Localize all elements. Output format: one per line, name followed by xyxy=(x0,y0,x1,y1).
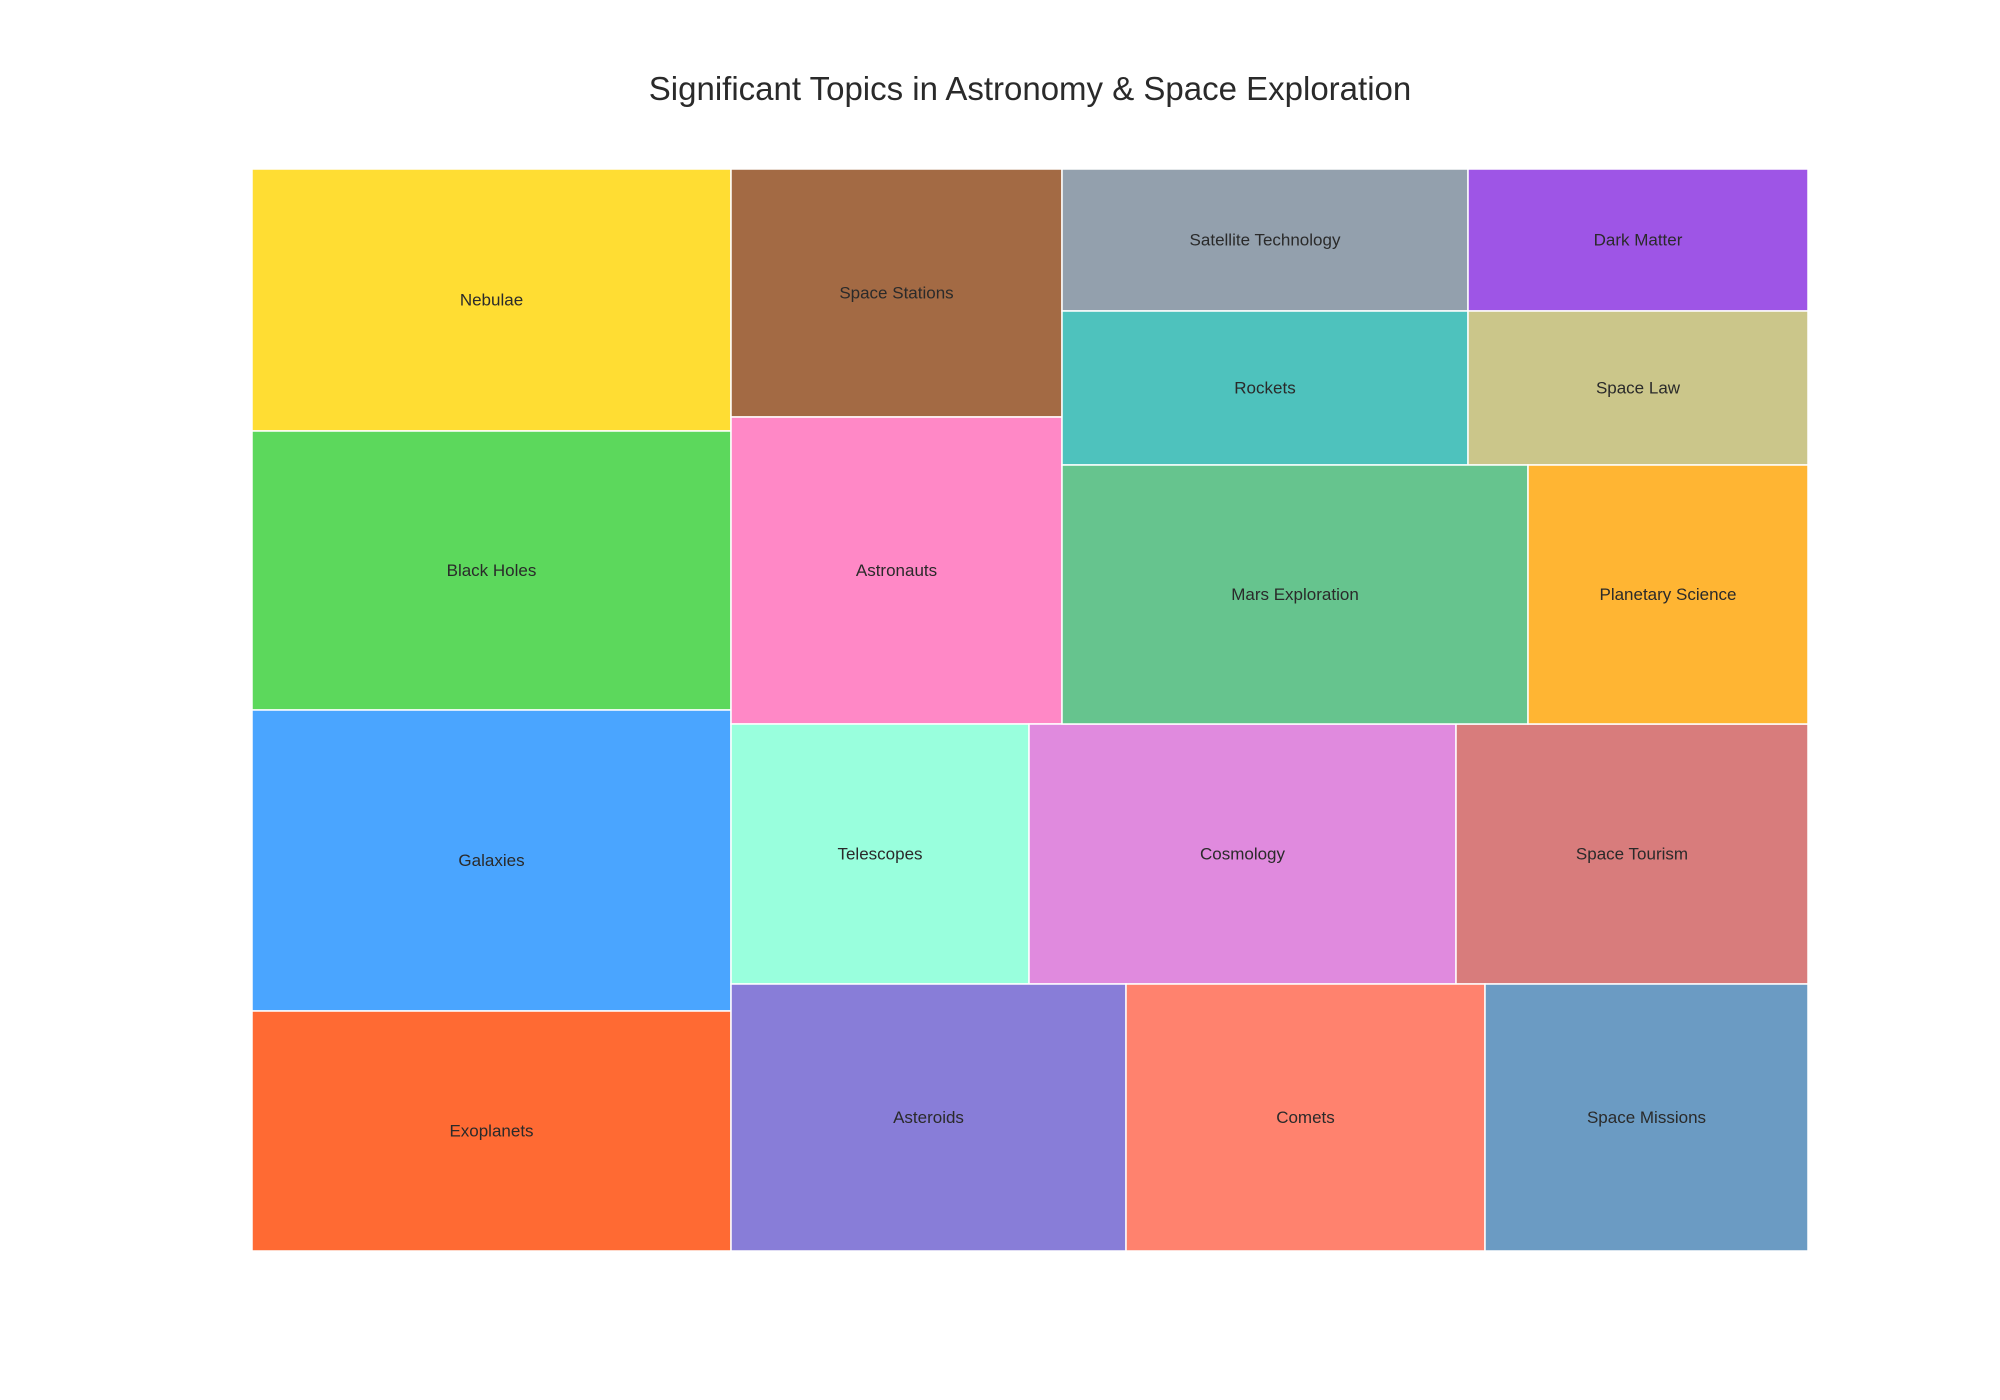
tile-label-black-holes: Black Holes xyxy=(447,561,537,580)
tile-label-nebulae: Nebulae xyxy=(460,291,523,310)
tile-label-space-tourism: Space Tourism xyxy=(1576,845,1688,864)
tile-space-missions[interactable]: Space Missions xyxy=(1484,983,1809,1252)
tile-label-comets: Comets xyxy=(1276,1108,1335,1127)
tile-label-space-law: Space Law xyxy=(1596,379,1681,398)
tile-exoplanets[interactable]: Exoplanets xyxy=(251,1010,732,1252)
tile-label-space-stations: Space Stations xyxy=(839,284,953,303)
tile-label-asteroids: Asteroids xyxy=(893,1108,964,1127)
tile-label-telescopes: Telescopes xyxy=(837,845,922,864)
tile-label-exoplanets: Exoplanets xyxy=(449,1122,533,1141)
tile-telescopes[interactable]: Telescopes xyxy=(730,723,1030,985)
tile-label-astronauts: Astronauts xyxy=(856,561,937,580)
tile-label-space-missions: Space Missions xyxy=(1587,1108,1706,1127)
tile-mars-exploration[interactable]: Mars Exploration xyxy=(1061,464,1529,725)
tile-astronauts[interactable]: Astronauts xyxy=(730,416,1063,725)
tile-galaxies[interactable]: Galaxies xyxy=(251,709,732,1012)
tile-black-holes[interactable]: Black Holes xyxy=(251,430,732,711)
tile-label-cosmology: Cosmology xyxy=(1200,845,1286,864)
tile-label-galaxies: Galaxies xyxy=(458,851,524,870)
tile-asteroids[interactable]: Asteroids xyxy=(730,983,1127,1252)
tile-space-tourism[interactable]: Space Tourism xyxy=(1455,723,1809,985)
tile-space-stations[interactable]: Space Stations xyxy=(730,168,1063,418)
tile-space-law[interactable]: Space Law xyxy=(1467,310,1809,466)
tile-label-mars-exploration: Mars Exploration xyxy=(1231,585,1359,604)
tile-planetary-science[interactable]: Planetary Science xyxy=(1527,464,1809,725)
tile-rockets[interactable]: Rockets xyxy=(1061,310,1469,466)
tile-label-planetary-science: Planetary Science xyxy=(1599,585,1736,604)
treemap-chart: Nebulae Black Holes Galaxies Exoplanets Spac… xyxy=(251,168,1809,1252)
tile-comets[interactable]: Comets xyxy=(1125,983,1486,1252)
tile-satellite-technology[interactable]: Satellite Technology xyxy=(1061,168,1469,312)
tile-label-satellite-technology: Satellite Technology xyxy=(1190,231,1341,250)
tile-nebulae[interactable]: Nebulae xyxy=(251,168,732,432)
tile-label-rockets: Rockets xyxy=(1234,379,1295,398)
tile-dark-matter[interactable]: Dark Matter xyxy=(1467,168,1809,312)
tile-label-dark-matter: Dark Matter xyxy=(1594,231,1683,250)
tile-cosmology[interactable]: Cosmology xyxy=(1028,723,1457,985)
